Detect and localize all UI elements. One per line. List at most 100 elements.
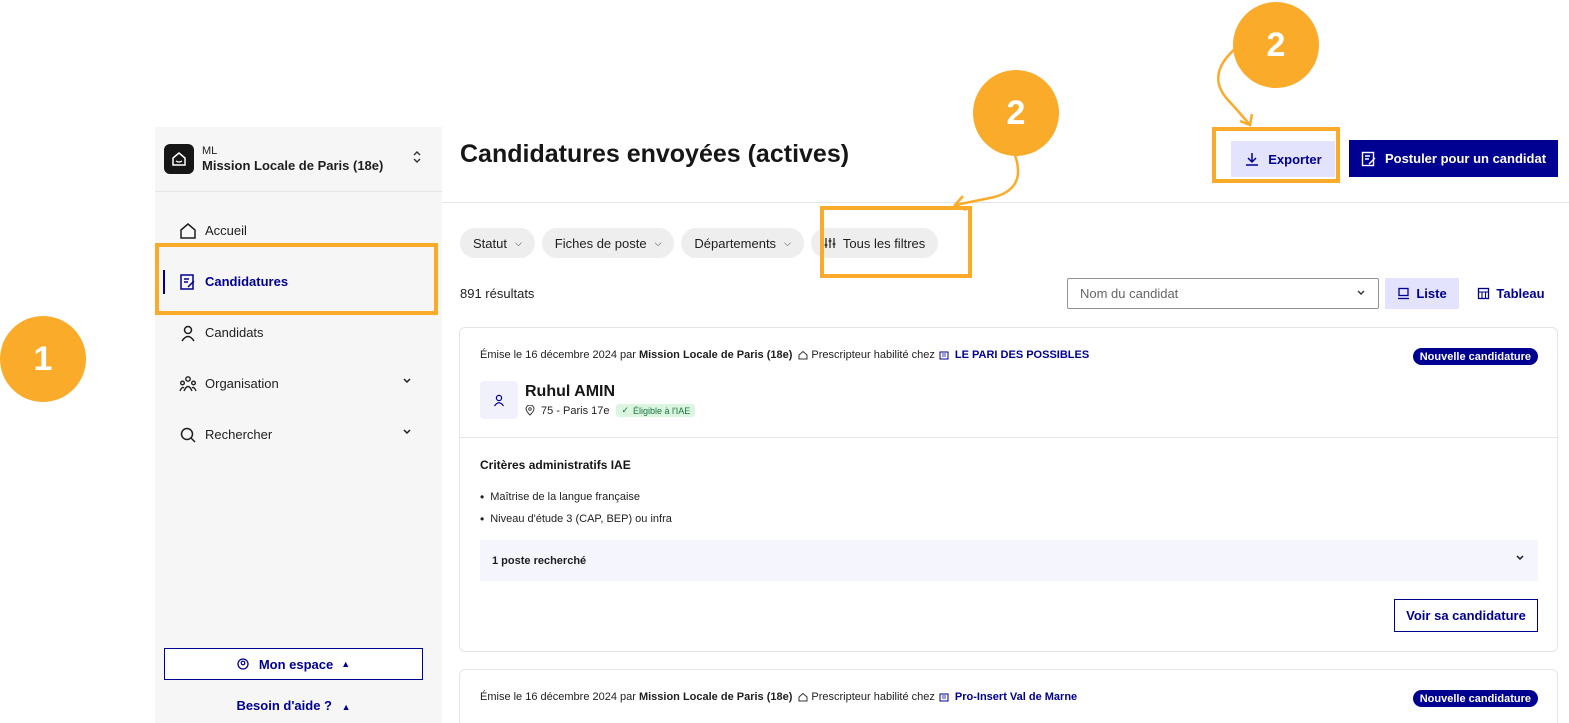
- list-view-icon: [1398, 287, 1410, 300]
- export-button[interactable]: Exporter: [1231, 141, 1335, 177]
- chevron-down-icon: ⌵: [654, 237, 662, 248]
- candidate-name[interactable]: Ruhul AMIN: [525, 383, 615, 401]
- view-tableau-button[interactable]: Tableau: [1469, 278, 1553, 309]
- filter-tous-les-filtres[interactable]: Tous les filtres: [810, 228, 939, 258]
- filter-label: Départements: [694, 235, 777, 251]
- organization-switcher[interactable]: ML Mission Locale de Paris (18e): [155, 127, 442, 192]
- company-link[interactable]: Pro-Insert Val de Marne: [955, 691, 1077, 703]
- chevron-down-icon: ⌵: [784, 237, 791, 248]
- mon-espace-button[interactable]: Mon espace ▲: [164, 648, 423, 680]
- chevron-down-icon: ⌵: [514, 237, 522, 248]
- step-marker-1: 1: [0, 316, 86, 402]
- page-title: Candidatures envoyées (actives): [460, 140, 850, 168]
- home-org-icon: [798, 692, 808, 702]
- eligibility-text: Éligible à l'IAE: [633, 405, 691, 416]
- filter-bar: Statut ⌵ Fiches de poste ⌵ Départements …: [460, 228, 939, 258]
- filter-label: Statut: [473, 235, 507, 251]
- export-label: Exporter: [1268, 151, 1322, 167]
- application-card: Émise le 16 décembre 2024 par Mission Lo…: [459, 669, 1558, 723]
- building-icon: [939, 351, 949, 360]
- select-placeholder: Nom du candidat: [1080, 286, 1179, 301]
- step-marker-2-filters: 2: [973, 70, 1059, 156]
- home-org-icon: [798, 350, 808, 360]
- company-link[interactable]: LE PARI DES POSSIBLES: [955, 349, 1089, 361]
- sidebar-item-rechercher[interactable]: Rechercher: [155, 409, 442, 460]
- sidebar-item-label: Organisation: [205, 376, 279, 391]
- emitter-name: Mission Locale de Paris (18e): [638, 691, 793, 703]
- emitter-name: Mission Locale de Paris (18e): [638, 349, 793, 361]
- prescripteur-text: Prescripteur habilité chez: [811, 349, 935, 361]
- mon-espace-label: Mon espace: [258, 656, 334, 672]
- building-icon: [939, 693, 949, 702]
- org-code: ML: [202, 144, 218, 157]
- chevron-up-down-icon: [412, 151, 422, 166]
- sidebar: ML Mission Locale de Paris (18e) Accueil…: [155, 127, 442, 723]
- view-tableau-label: Tableau: [1496, 286, 1545, 301]
- sidebar-item-label: Accueil: [205, 223, 247, 238]
- status-badge: Nouvelle candidature: [1412, 690, 1538, 707]
- card-divider: [460, 437, 1557, 438]
- org-logo: [164, 144, 194, 174]
- sidebar-item-organisation[interactable]: Organisation: [155, 358, 442, 409]
- sidebar-item-accueil[interactable]: Accueil: [155, 205, 442, 256]
- chevron-up-icon: ▲: [341, 659, 351, 669]
- voir-candidature-button[interactable]: Voir sa candidature: [1394, 599, 1538, 632]
- view-liste-label: Liste: [1416, 286, 1447, 301]
- download-icon: [1246, 153, 1259, 166]
- org-name: Mission Locale de Paris (18e): [202, 157, 384, 173]
- sidebar-item-candidats[interactable]: Candidats: [155, 307, 442, 358]
- postes-accordion[interactable]: 1 poste recherché: [480, 540, 1538, 581]
- map-pin-icon: [525, 405, 535, 416]
- search-icon: [180, 427, 196, 443]
- table-view-icon: [1478, 287, 1490, 300]
- eligibility-badge: ✓ Éligible à l'IAE: [616, 404, 696, 417]
- arrow-head-export: [1239, 113, 1254, 127]
- emitted-prefix: Émise le 16 décembre 2024 par: [480, 691, 636, 703]
- account-circle-icon: [237, 658, 249, 670]
- chevron-down-icon: [1357, 290, 1365, 295]
- sidebar-nav: Accueil Candidatures Candidats Organisat…: [155, 205, 442, 460]
- list-item: Niveau d'étude 3 (CAP, BEP) ou infra: [480, 508, 672, 530]
- criteria-list: Maîtrise de la langue française Niveau d…: [480, 486, 672, 530]
- criteria-title: Critères administratifs IAE: [480, 458, 631, 472]
- user-icon: [181, 325, 195, 341]
- filter-departements[interactable]: Départements ⌵: [681, 228, 804, 258]
- sidebar-item-label: Candidatures: [205, 274, 289, 289]
- filter-fiches-de-poste[interactable]: Fiches de poste ⌵: [541, 228, 675, 258]
- help-label: Besoin d'aide ?: [236, 698, 332, 713]
- arrow-head-filters: [952, 195, 967, 212]
- team-icon: [179, 375, 197, 391]
- check-icon: ✓: [621, 405, 630, 415]
- candidate-name-select[interactable]: Nom du candidat: [1067, 278, 1379, 309]
- home-icon: [180, 222, 196, 239]
- emitted-line: Émise le 16 décembre 2024 par Mission Lo…: [480, 349, 1089, 361]
- help-link[interactable]: Besoin d'aide ? ▲: [164, 698, 423, 713]
- chevron-down-icon: [403, 378, 411, 384]
- status-badge: Nouvelle candidature: [1412, 348, 1538, 365]
- list-item: Maîtrise de la langue française: [480, 486, 672, 508]
- filter-statut[interactable]: Statut ⌵: [460, 228, 535, 258]
- postuler-button[interactable]: Postuler pour un candidat: [1349, 140, 1558, 177]
- prescripteur-text: Prescripteur habilité chez: [811, 691, 935, 703]
- postes-label: 1 poste recherché: [492, 554, 587, 567]
- candidate-location: 75 - Paris 17e ✓ Éligible à l'IAE: [525, 404, 696, 417]
- chevron-down-icon: [403, 429, 411, 435]
- user-icon: [494, 394, 504, 407]
- edit-document-icon: [180, 273, 195, 290]
- view-liste-button[interactable]: Liste: [1385, 278, 1459, 309]
- filter-label: Fiches de poste: [554, 235, 647, 251]
- org-text: ML Mission Locale de Paris (18e): [202, 145, 383, 174]
- avatar: [480, 381, 518, 419]
- postuler-label: Postuler pour un candidat: [1384, 151, 1547, 166]
- step-marker-2-export: 2: [1233, 2, 1319, 88]
- filter-sliders-icon: [824, 238, 836, 248]
- home-org-icon: [172, 152, 186, 166]
- filter-label: Tous les filtres: [842, 235, 926, 251]
- emitted-line: Émise le 16 décembre 2024 par Mission Lo…: [480, 691, 1077, 703]
- sidebar-item-candidatures[interactable]: Candidatures: [155, 256, 442, 307]
- location-text: 75 - Paris 17e: [541, 404, 610, 417]
- chevron-up-icon: ▲: [341, 702, 351, 712]
- chevron-down-icon: [1516, 555, 1524, 561]
- sidebar-item-label: Candidats: [205, 325, 264, 340]
- emitted-prefix: Émise le 16 décembre 2024 par: [480, 349, 636, 361]
